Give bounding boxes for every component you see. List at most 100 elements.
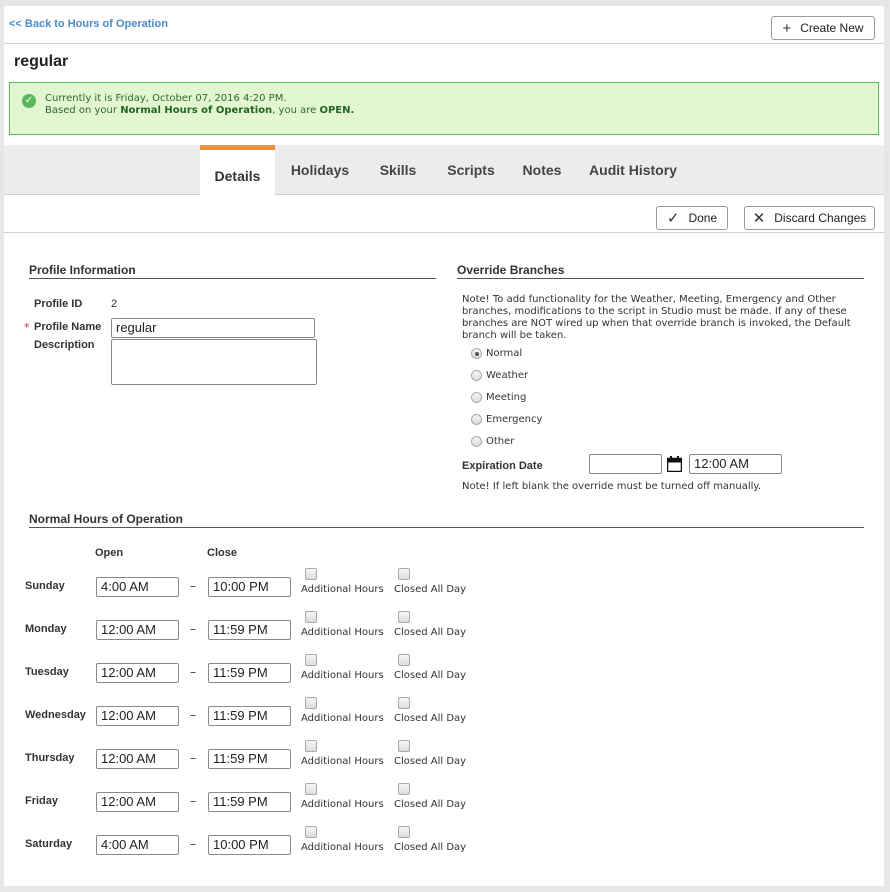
radio-weather[interactable] bbox=[471, 370, 482, 381]
radio-other-label: Other bbox=[486, 436, 515, 447]
additional-hours-checkbox-friday[interactable] bbox=[305, 783, 317, 795]
additional-hours-checkbox-sunday[interactable] bbox=[305, 568, 317, 580]
closed-all-day-checkbox-monday[interactable] bbox=[398, 611, 410, 623]
open-time-tuesday[interactable]: 12:00 AM bbox=[96, 663, 179, 683]
additional-hours-label: Additional Hours bbox=[301, 584, 384, 595]
open-time-sunday[interactable]: 4:00 AM bbox=[96, 577, 179, 597]
open-time-saturday[interactable]: 4:00 AM bbox=[96, 835, 179, 855]
profile-name-label: Profile Name bbox=[34, 321, 102, 333]
profile-info-heading: Profile Information bbox=[29, 263, 436, 279]
alert-open-state: OPEN. bbox=[319, 105, 355, 116]
additional-hours-checkbox-thursday[interactable] bbox=[305, 740, 317, 752]
override-note: Note! To add functionality for the Weath… bbox=[462, 294, 851, 341]
tab-skills[interactable]: Skills bbox=[372, 145, 424, 195]
closed-all-day-label: Closed All Day bbox=[394, 756, 467, 767]
tab-holidays[interactable]: Holidays bbox=[284, 145, 356, 195]
open-time-monday[interactable]: 12:00 AM bbox=[96, 620, 179, 640]
done-button[interactable]: ✓ Done bbox=[656, 206, 728, 230]
time-separator: – bbox=[190, 708, 196, 722]
day-label-wednesday: Wednesday bbox=[25, 709, 86, 721]
close-icon: ✕ bbox=[752, 209, 766, 227]
closed-all-day-checkbox-tuesday[interactable] bbox=[398, 654, 410, 666]
alert-text-prefix: Based on your bbox=[45, 105, 121, 116]
time-separator: – bbox=[190, 794, 196, 808]
additional-hours-label: Additional Hours bbox=[301, 670, 384, 681]
closed-all-day-checkbox-thursday[interactable] bbox=[398, 740, 410, 752]
additional-hours-checkbox-tuesday[interactable] bbox=[305, 654, 317, 666]
open-column-header: Open bbox=[95, 547, 124, 559]
open-time-friday[interactable]: 12:00 AM bbox=[96, 792, 179, 812]
open-time-thursday[interactable]: 12:00 AM bbox=[96, 749, 179, 769]
closed-all-day-label: Closed All Day bbox=[394, 799, 467, 810]
closed-all-day-label: Closed All Day bbox=[394, 670, 467, 681]
closed-all-day-checkbox-saturday[interactable] bbox=[398, 826, 410, 838]
close-time-tuesday[interactable]: 11:59 PM bbox=[208, 663, 291, 683]
additional-hours-label: Additional Hours bbox=[301, 799, 384, 810]
additional-hours-checkbox-wednesday[interactable] bbox=[305, 697, 317, 709]
back-link[interactable]: << Back to Hours of Operation bbox=[9, 18, 168, 30]
required-marker: * bbox=[24, 321, 30, 334]
hours-heading: Normal Hours of Operation bbox=[29, 512, 864, 528]
check-circle-icon: ✓ bbox=[22, 94, 36, 108]
alert-profile-name: Normal Hours of Operation bbox=[120, 105, 273, 116]
expiration-time-input[interactable]: 12:00 AM bbox=[689, 454, 782, 474]
additional-hours-label: Additional Hours bbox=[301, 842, 384, 853]
day-label-saturday: Saturday bbox=[25, 838, 73, 850]
time-separator: – bbox=[190, 622, 196, 636]
header-divider bbox=[4, 43, 884, 44]
closed-all-day-checkbox-wednesday[interactable] bbox=[398, 697, 410, 709]
alert-line-1: Currently it is Friday, October 07, 2016… bbox=[45, 93, 287, 104]
close-time-thursday[interactable]: 11:59 PM bbox=[208, 749, 291, 769]
time-separator: – bbox=[190, 665, 196, 679]
closed-all-day-label: Closed All Day bbox=[394, 627, 467, 638]
radio-normal[interactable] bbox=[471, 348, 482, 359]
close-time-friday[interactable]: 11:59 PM bbox=[208, 792, 291, 812]
description-textarea[interactable] bbox=[111, 339, 317, 385]
radio-normal-label: Normal bbox=[486, 348, 523, 359]
radio-weather-label: Weather bbox=[486, 370, 529, 381]
profile-name-input[interactable]: regular bbox=[111, 318, 315, 338]
discard-changes-button[interactable]: ✕ Discard Changes bbox=[744, 206, 875, 230]
done-label: Done bbox=[688, 211, 718, 225]
radio-emergency[interactable] bbox=[471, 414, 482, 425]
tab-scripts[interactable]: Scripts bbox=[441, 145, 501, 195]
closed-all-day-label: Closed All Day bbox=[394, 584, 467, 595]
description-label: Description bbox=[34, 339, 95, 351]
radio-meeting-label: Meeting bbox=[486, 392, 527, 403]
open-time-wednesday[interactable]: 12:00 AM bbox=[96, 706, 179, 726]
discard-label: Discard Changes bbox=[774, 211, 867, 225]
time-separator: – bbox=[190, 579, 196, 593]
profile-id-label: Profile ID bbox=[34, 298, 83, 310]
plus-icon: + bbox=[782, 19, 792, 37]
radio-meeting[interactable] bbox=[471, 392, 482, 403]
close-column-header: Close bbox=[207, 547, 237, 559]
close-time-monday[interactable]: 11:59 PM bbox=[208, 620, 291, 640]
additional-hours-checkbox-monday[interactable] bbox=[305, 611, 317, 623]
expiration-date-label: Expiration Date bbox=[462, 460, 543, 472]
radio-other[interactable] bbox=[471, 436, 482, 447]
actions-divider bbox=[4, 232, 884, 233]
create-new-label: Create New bbox=[800, 21, 864, 35]
check-icon: ✓ bbox=[666, 209, 680, 227]
closed-all-day-checkbox-friday[interactable] bbox=[398, 783, 410, 795]
create-new-button[interactable]: + Create New bbox=[771, 16, 875, 40]
alert-text-middle: , you are bbox=[272, 105, 320, 116]
close-time-wednesday[interactable]: 11:59 PM bbox=[208, 706, 291, 726]
calendar-icon[interactable] bbox=[667, 456, 682, 472]
tab-notes[interactable]: Notes bbox=[517, 145, 567, 195]
day-label-sunday: Sunday bbox=[25, 580, 65, 592]
tab-bar: Details Holidays Skills Scripts Notes Au… bbox=[4, 145, 884, 196]
day-label-monday: Monday bbox=[25, 623, 67, 635]
tab-audit-history[interactable]: Audit History bbox=[584, 145, 682, 195]
close-time-sunday[interactable]: 10:00 PM bbox=[208, 577, 291, 597]
alert-line-2: Based on your Normal Hours of Operation,… bbox=[45, 105, 878, 117]
page-title: regular bbox=[14, 53, 69, 70]
tab-details[interactable]: Details bbox=[200, 145, 275, 196]
additional-hours-checkbox-saturday[interactable] bbox=[305, 826, 317, 838]
expiration-date-input[interactable] bbox=[589, 454, 662, 474]
page: << Back to Hours of Operation + Create N… bbox=[4, 6, 884, 886]
closed-all-day-checkbox-sunday[interactable] bbox=[398, 568, 410, 580]
radio-emergency-label: Emergency bbox=[486, 414, 543, 425]
close-time-saturday[interactable]: 10:00 PM bbox=[208, 835, 291, 855]
override-heading: Override Branches bbox=[457, 263, 864, 279]
